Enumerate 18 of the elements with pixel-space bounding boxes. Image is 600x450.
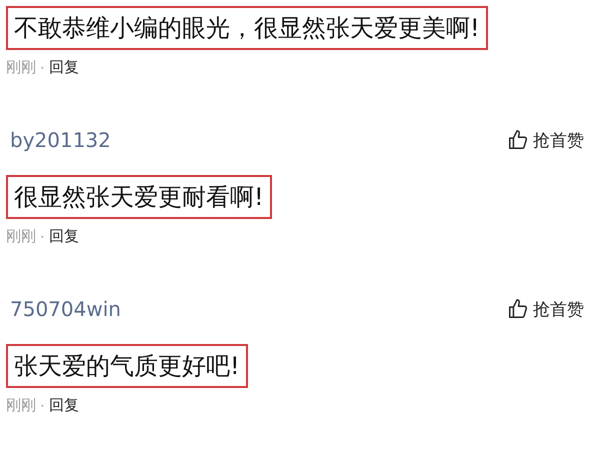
username[interactable]: by201132	[10, 128, 111, 152]
thumbs-up-icon	[507, 298, 529, 320]
reply-button[interactable]: 回复	[48, 227, 79, 246]
timestamp: 刚刚	[6, 396, 36, 415]
separator-dot: ·	[40, 228, 45, 246]
reply-button[interactable]: 回复	[48, 58, 79, 77]
username[interactable]: 750704win	[10, 297, 121, 321]
reply-button[interactable]: 回复	[48, 396, 79, 415]
comment-text: 张天爱的气质更好吧!	[6, 344, 248, 388]
timestamp: 刚刚	[6, 227, 36, 246]
separator-dot: ·	[40, 58, 45, 76]
thumbs-up-icon	[507, 129, 529, 151]
like-button[interactable]: 抢首赞	[507, 298, 584, 320]
timestamp: 刚刚	[6, 58, 36, 77]
separator-dot: ·	[40, 396, 45, 414]
comment-text: 很显然张天爱更耐看啊!	[6, 175, 272, 219]
comment-text: 不敢恭维小编的眼光，很显然张天爱更美啊!	[6, 6, 488, 50]
like-button[interactable]: 抢首赞	[507, 128, 584, 152]
